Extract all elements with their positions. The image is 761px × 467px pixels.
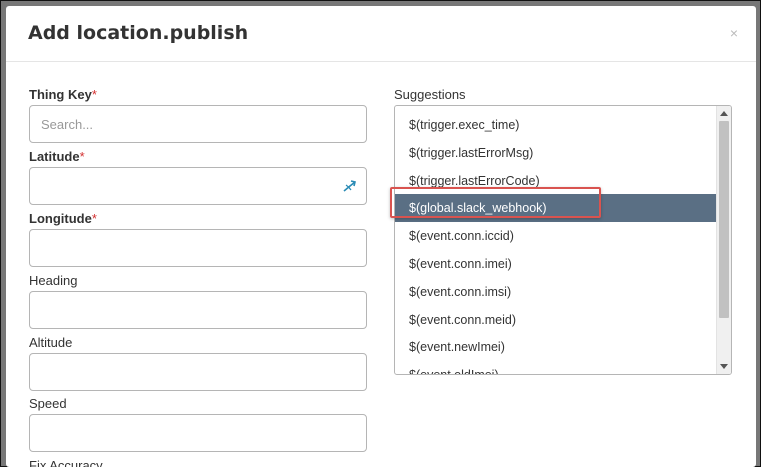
suggestion-item[interactable]: $(event.conn.imsi) bbox=[395, 278, 716, 306]
thing-key-label-text: Thing Key bbox=[29, 87, 92, 102]
scroll-thumb[interactable] bbox=[719, 121, 729, 318]
map-picker-icon[interactable] bbox=[342, 178, 358, 194]
longitude-label-text: Longitude bbox=[29, 211, 92, 226]
suggestion-item[interactable]: $(global.slack_webhook) bbox=[395, 194, 716, 223]
dialog-title: Add location.publish bbox=[28, 22, 249, 44]
dialog-header: Add location.publish × bbox=[6, 6, 756, 62]
suggestion-item[interactable]: $(trigger.lastErrorCode) bbox=[395, 167, 716, 195]
longitude-input[interactable] bbox=[29, 229, 367, 267]
scroll-down-arrow-icon[interactable] bbox=[720, 364, 728, 369]
suggestion-item[interactable]: $(trigger.lastErrorMsg) bbox=[395, 139, 716, 167]
suggestion-item[interactable]: $(event.oldImei) bbox=[395, 361, 716, 374]
required-mark: * bbox=[91, 87, 97, 102]
latitude-label-text: Latitude bbox=[29, 149, 80, 164]
latitude-input[interactable] bbox=[29, 167, 367, 205]
suggestion-item[interactable]: $(event.conn.iccid) bbox=[395, 222, 716, 250]
close-icon[interactable]: × bbox=[730, 25, 738, 41]
longitude-label: Longitude* bbox=[29, 211, 97, 226]
speed-label: Speed bbox=[29, 396, 67, 411]
thing-key-label: Thing Key* bbox=[29, 87, 97, 102]
suggestion-item[interactable]: $(trigger.exec_time) bbox=[395, 111, 716, 139]
speed-input[interactable] bbox=[29, 414, 367, 452]
thing-key-search-input[interactable] bbox=[29, 105, 367, 143]
heading-input[interactable] bbox=[29, 291, 367, 329]
fix-accuracy-label: Fix Accuracy bbox=[29, 458, 103, 467]
latitude-label: Latitude* bbox=[29, 149, 85, 164]
altitude-input[interactable] bbox=[29, 353, 367, 391]
suggestion-item[interactable]: $(event.conn.imei) bbox=[395, 250, 716, 278]
suggestions-label: Suggestions bbox=[394, 87, 466, 102]
altitude-label: Altitude bbox=[29, 335, 73, 350]
required-mark: * bbox=[79, 149, 85, 164]
required-mark: * bbox=[91, 211, 97, 226]
heading-label: Heading bbox=[29, 273, 78, 288]
scroll-up-arrow-icon[interactable] bbox=[720, 111, 728, 116]
suggestion-item[interactable]: $(event.newImei) bbox=[395, 333, 716, 361]
add-trigger-dialog: Add location.publish × Thing Key* Latitu… bbox=[6, 6, 756, 467]
suggestions-scrollbar[interactable] bbox=[716, 106, 731, 374]
suggestions-list[interactable]: $(trigger.exec_time) $(trigger.lastErrorM… bbox=[394, 105, 732, 375]
suggestion-item[interactable]: $(event.conn.meid) bbox=[395, 306, 716, 334]
